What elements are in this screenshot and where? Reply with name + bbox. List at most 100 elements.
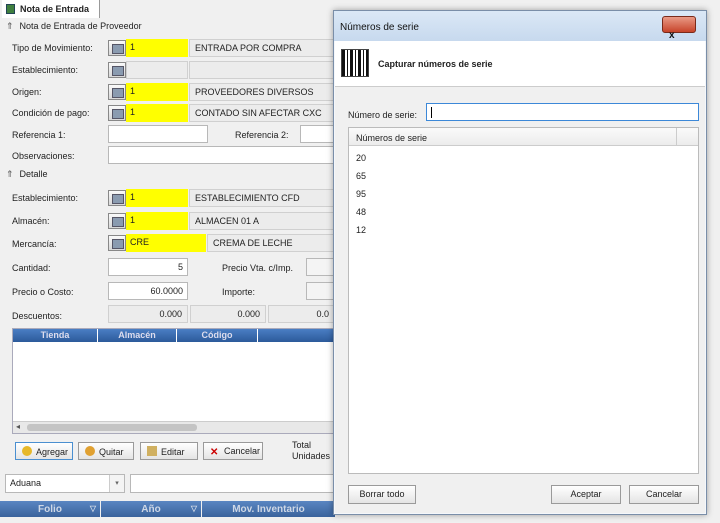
collapse-icon: ⇑ bbox=[6, 21, 14, 31]
grid-column-almacen[interactable]: Almacén bbox=[98, 329, 176, 342]
establecimiento-value bbox=[189, 61, 335, 79]
filter-icon[interactable]: ▽ bbox=[191, 504, 197, 513]
tipo-movimiento-picker-icon[interactable] bbox=[108, 40, 126, 56]
precio-vta-label: Precio Vta. c/Imp. bbox=[222, 263, 294, 273]
background-right-edge bbox=[708, 18, 720, 523]
chevron-down-icon[interactable]: ▾ bbox=[109, 475, 124, 492]
editar-button[interactable]: Editar bbox=[140, 442, 198, 460]
list-header-divider bbox=[676, 128, 677, 146]
tipo-movimiento-label: Tipo de Movimiento: bbox=[12, 43, 93, 53]
origen-value: PROVEEDORES DIVERSOS bbox=[189, 83, 335, 101]
add-icon bbox=[22, 446, 32, 456]
descuentos-label: Descuentos: bbox=[12, 311, 63, 321]
list-header[interactable]: Números de serie bbox=[349, 128, 698, 146]
importe-label: Importe: bbox=[222, 287, 256, 297]
precio-vta-input[interactable] bbox=[306, 258, 335, 276]
almacen-code[interactable]: 1 bbox=[126, 212, 188, 230]
serial-numbers-list[interactable]: Números de serie 20 65 95 48 12 bbox=[348, 127, 699, 474]
edit-icon bbox=[147, 446, 157, 456]
precio-costo-label: Precio o Costo: bbox=[12, 287, 74, 297]
serial-number-input[interactable] bbox=[426, 103, 699, 121]
section-header[interactable]: ⇑ Nota de Entrada de Proveedor bbox=[0, 18, 335, 35]
remove-icon bbox=[85, 446, 95, 456]
grid-column-codigo[interactable]: Código bbox=[177, 329, 257, 342]
list-item[interactable]: 48 bbox=[356, 207, 366, 217]
almacen-picker-icon[interactable] bbox=[108, 213, 126, 229]
list-item[interactable]: 95 bbox=[356, 189, 366, 199]
dialog-header-band: Capturar números de serie bbox=[335, 41, 705, 87]
condicion-pago-code[interactable]: 1 bbox=[126, 104, 188, 122]
referencia1-input[interactable] bbox=[108, 125, 208, 143]
text-cursor bbox=[431, 107, 432, 118]
bottom-column-anio[interactable]: Año ▽ bbox=[101, 501, 201, 517]
origen-label: Origen: bbox=[12, 87, 42, 97]
scroll-thumb[interactable] bbox=[27, 424, 197, 431]
list-header-label: Números de serie bbox=[356, 133, 428, 143]
cancelar-button[interactable]: ✕ Cancelar bbox=[203, 442, 263, 460]
detail-grid[interactable]: Tienda Almacén Código ◂ bbox=[12, 328, 335, 434]
scroll-left-icon[interactable]: ◂ bbox=[16, 422, 20, 431]
dialog-cancelar-button[interactable]: Cancelar bbox=[629, 485, 699, 504]
dialog-title: Números de serie bbox=[340, 22, 419, 33]
detalle-establecimiento-value: ESTABLECIMIENTO CFD bbox=[189, 189, 335, 207]
serial-numbers-dialog: Números de serie x Capturar números de s… bbox=[333, 10, 707, 515]
aduana-description[interactable] bbox=[130, 474, 335, 493]
bottom-column-folio[interactable]: Folio ▽ bbox=[0, 501, 100, 517]
mercancia-label: Mercancía: bbox=[12, 239, 57, 249]
unidades-label: Unidades bbox=[292, 451, 331, 461]
grid-column-tienda[interactable]: Tienda bbox=[13, 329, 97, 342]
total-label: Total bbox=[292, 440, 312, 450]
referencia2-label: Referencia 2: bbox=[235, 130, 289, 140]
close-button[interactable]: x bbox=[662, 16, 696, 41]
mercancia-picker-icon[interactable] bbox=[108, 235, 126, 251]
almacen-label: Almacén: bbox=[12, 216, 50, 226]
descuento-1[interactable]: 0.000 bbox=[108, 305, 188, 323]
quitar-button[interactable]: Quitar bbox=[78, 442, 134, 460]
list-item[interactable]: 65 bbox=[356, 171, 366, 181]
establecimiento-label: Establecimiento: bbox=[12, 65, 79, 75]
almacen-value: ALMACEN 01 A bbox=[189, 212, 335, 230]
document-tab[interactable]: Nota de Entrada bbox=[2, 0, 100, 18]
agregar-button[interactable]: Agregar bbox=[15, 442, 73, 460]
list-item[interactable]: 12 bbox=[356, 225, 366, 235]
dialog-heading: Capturar números de serie bbox=[378, 59, 493, 69]
tipo-movimiento-value: ENTRADA POR COMPRA bbox=[189, 39, 335, 57]
tipo-movimiento-code[interactable]: 1 bbox=[126, 39, 188, 57]
observaciones-label: Observaciones: bbox=[12, 151, 75, 161]
descuento-2[interactable]: 0.000 bbox=[190, 305, 266, 323]
condicion-pago-picker-icon[interactable] bbox=[108, 105, 126, 121]
cantidad-label: Cantidad: bbox=[12, 263, 51, 273]
cancel-icon: ✕ bbox=[210, 447, 219, 458]
importe-input[interactable] bbox=[306, 282, 335, 300]
document-icon bbox=[6, 4, 15, 14]
mercancia-value: CREMA DE LECHE bbox=[207, 234, 335, 252]
aduana-select[interactable]: Aduana ▾ bbox=[5, 474, 125, 493]
filter-icon[interactable]: ▽ bbox=[90, 504, 96, 513]
descuento-3[interactable]: 0.0 bbox=[268, 305, 335, 323]
grid-column-blank bbox=[258, 329, 334, 342]
collapse-icon: ⇑ bbox=[6, 169, 14, 179]
origen-code[interactable]: 1 bbox=[126, 83, 188, 101]
referencia1-label: Referencia 1: bbox=[12, 130, 66, 140]
referencia2-input[interactable] bbox=[300, 125, 335, 143]
detalle-establecimiento-code[interactable]: 1 bbox=[126, 189, 188, 207]
list-item[interactable]: 20 bbox=[356, 153, 366, 163]
bottom-column-mov-inventario[interactable]: Mov. Inventario bbox=[202, 501, 335, 517]
origen-picker-icon[interactable] bbox=[108, 84, 126, 100]
horizontal-scrollbar[interactable]: ◂ bbox=[13, 421, 334, 433]
aceptar-button[interactable]: Aceptar bbox=[551, 485, 621, 504]
section-detail[interactable]: ⇑ Detalle bbox=[0, 166, 335, 183]
cantidad-input[interactable]: 5 bbox=[108, 258, 188, 276]
detalle-establecimiento-picker-icon[interactable] bbox=[108, 190, 126, 206]
borrar-todo-button[interactable]: Borrar todo bbox=[348, 485, 416, 504]
precio-costo-input[interactable]: 60.0000 bbox=[108, 282, 188, 300]
condicion-pago-value: CONTADO SIN AFECTAR CXC bbox=[189, 104, 335, 122]
mercancia-code[interactable]: CRE bbox=[126, 234, 206, 252]
serial-input-label: Número de serie: bbox=[348, 110, 418, 120]
establecimiento-picker-icon[interactable] bbox=[108, 62, 126, 78]
dialog-body: Capturar números de serie Número de seri… bbox=[335, 41, 705, 513]
tab-title: Nota de Entrada bbox=[20, 4, 90, 14]
dialog-titlebar[interactable]: Números de serie x bbox=[334, 11, 706, 41]
observaciones-input[interactable] bbox=[108, 146, 335, 164]
establecimiento-code[interactable] bbox=[126, 61, 188, 79]
